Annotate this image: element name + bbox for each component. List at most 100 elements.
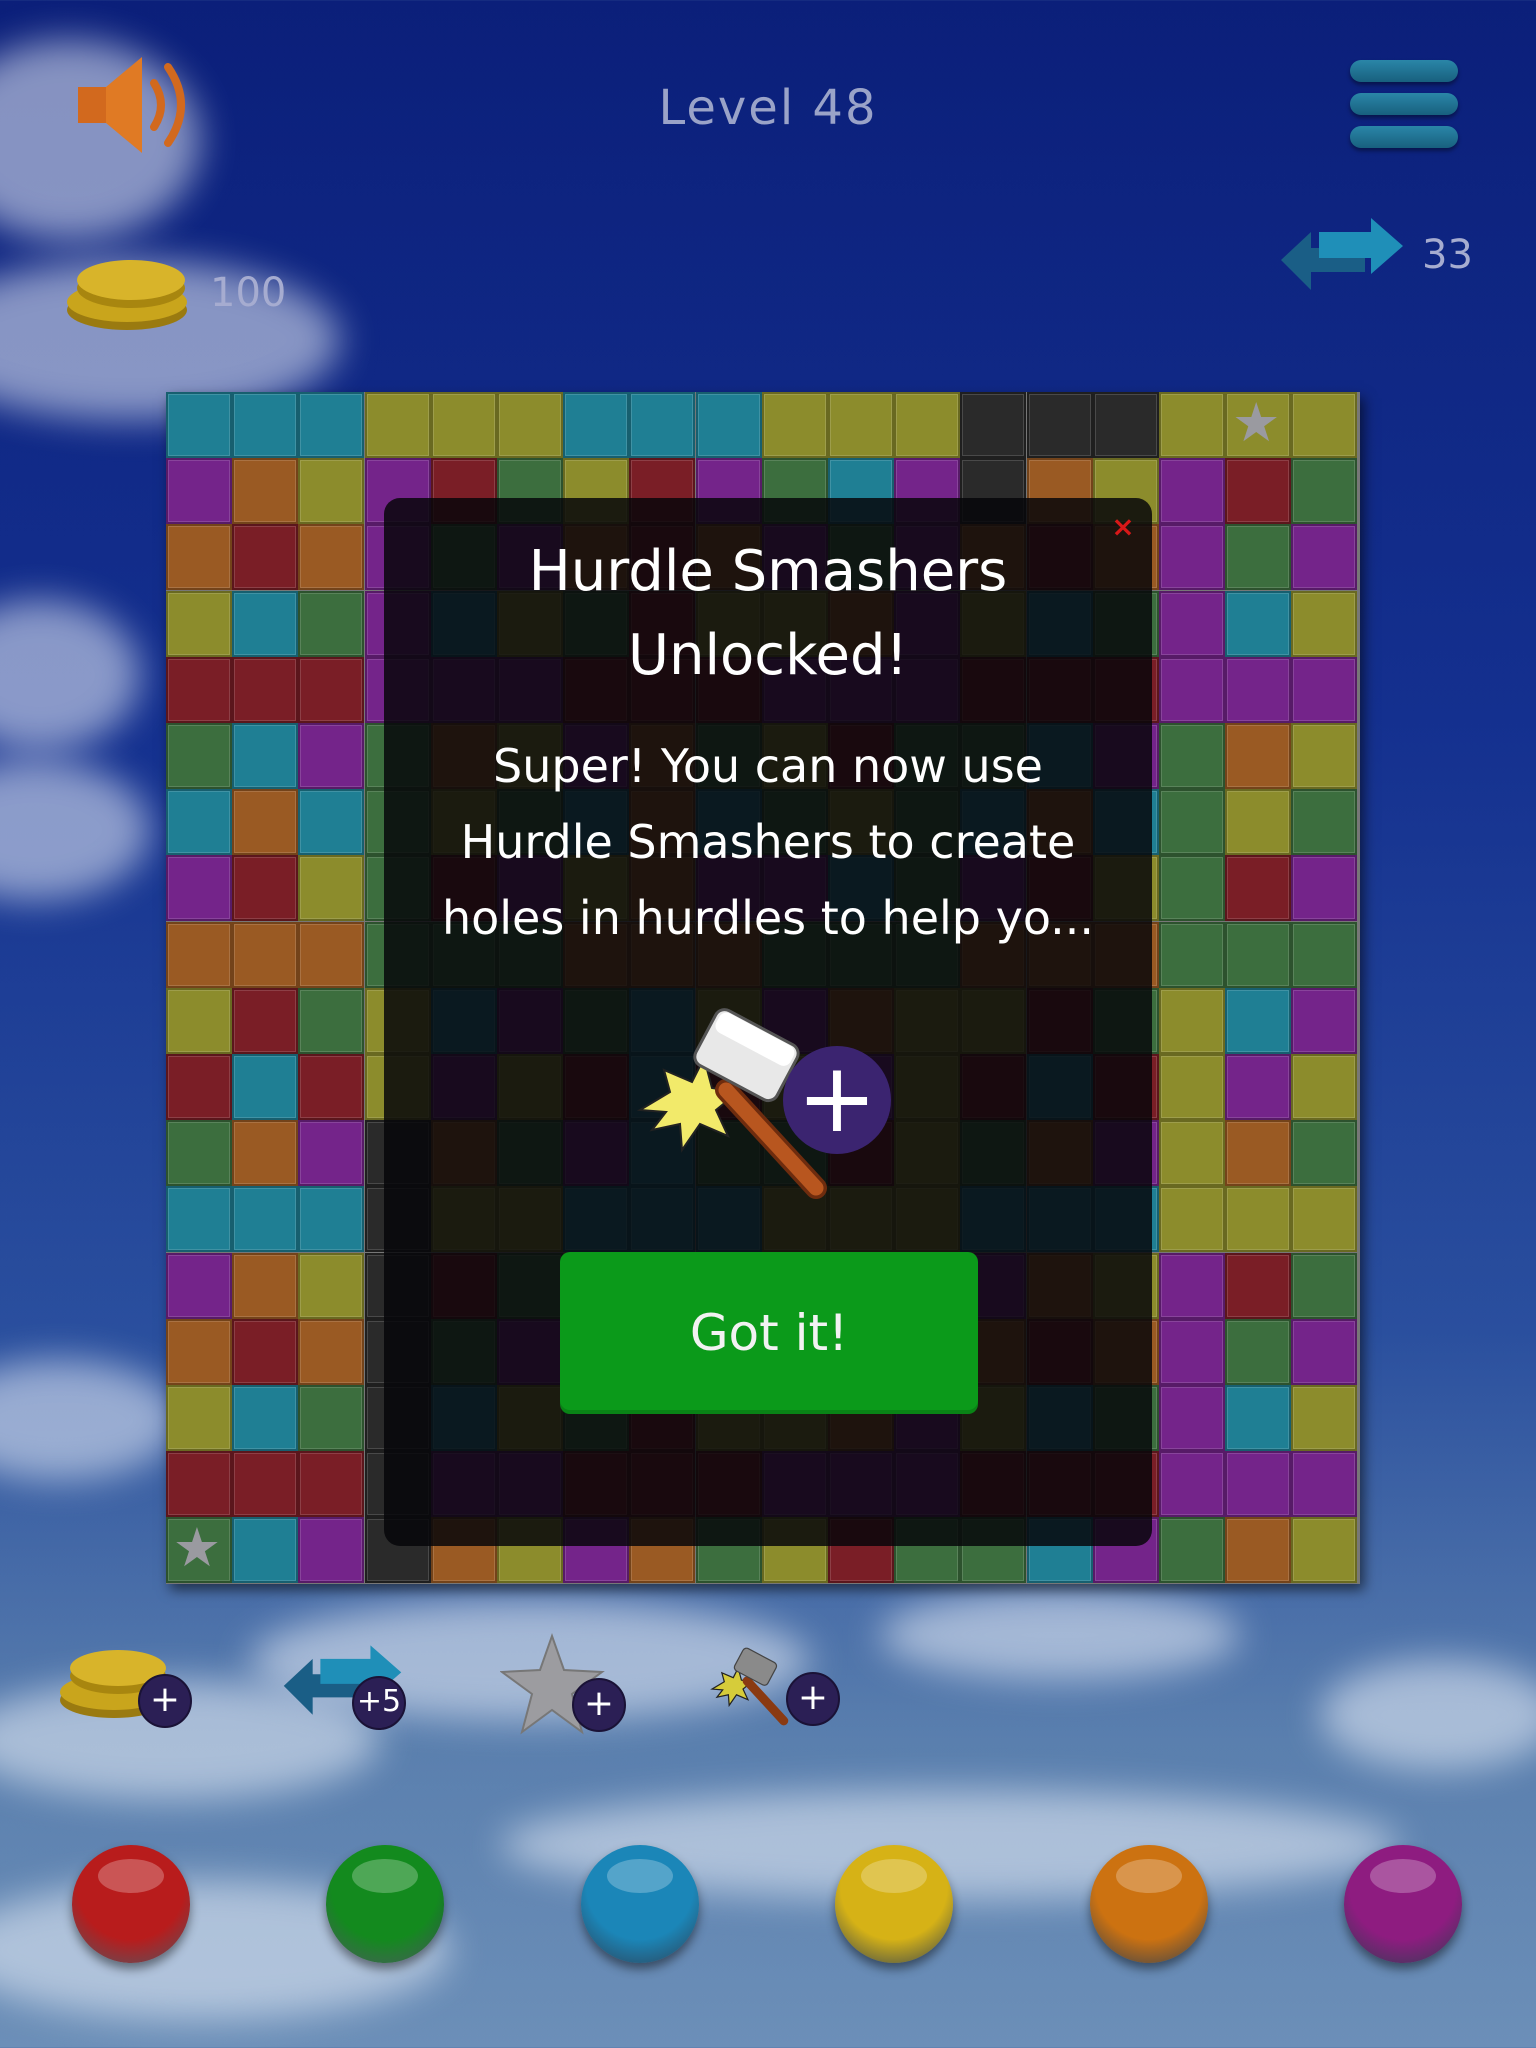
board-cell	[1159, 590, 1225, 657]
board-cell	[1291, 1517, 1358, 1584]
board-cell	[232, 1517, 299, 1584]
board-cell	[1026, 392, 1093, 458]
board-cell	[1291, 458, 1358, 525]
coins-count: 100	[210, 270, 287, 316]
board-cell	[1291, 1252, 1358, 1319]
board-cell	[1225, 1517, 1292, 1584]
board-cell	[166, 1318, 232, 1385]
board-cell	[1159, 392, 1225, 458]
dialog-title-line: Hurdle Smashers	[528, 539, 1008, 604]
buy-coins-button[interactable]: +	[58, 1640, 192, 1730]
board-cell	[1225, 1120, 1292, 1187]
got-it-button[interactable]: Got it!	[560, 1252, 978, 1414]
board-cell	[1159, 524, 1225, 591]
board-cell	[166, 524, 232, 591]
board-cell	[1159, 1120, 1225, 1187]
color-ball-purple[interactable]	[1344, 1845, 1462, 1963]
board-cell	[1159, 1318, 1225, 1385]
board-cell	[1159, 1385, 1225, 1451]
dialog-title-line: Unlocked!	[628, 623, 908, 688]
board-cell	[1291, 590, 1358, 657]
board-cell	[1225, 1318, 1292, 1385]
board-cell	[1225, 1451, 1292, 1518]
board-cell	[298, 789, 365, 856]
board-cell	[1291, 987, 1358, 1054]
buy-swaps-button[interactable]: +5	[278, 1636, 408, 1736]
board-cell	[1291, 656, 1358, 723]
color-ball-green[interactable]	[326, 1845, 444, 1963]
board-cell	[166, 1252, 232, 1319]
board-cell	[1225, 1186, 1292, 1253]
board-cell	[1225, 524, 1292, 591]
color-ball-blue[interactable]	[581, 1845, 699, 1963]
board-cell	[1159, 855, 1225, 922]
board-cell	[1159, 1186, 1225, 1253]
board-cell	[1225, 656, 1292, 723]
board-cell	[1291, 1385, 1358, 1451]
menu-bar	[1350, 60, 1458, 82]
board-cell	[298, 590, 365, 657]
menu-bar	[1350, 93, 1458, 115]
board-cell	[1159, 1517, 1225, 1584]
board-cell	[166, 921, 232, 988]
buy-hammers-button[interactable]: +	[708, 1630, 848, 1740]
swap-icon	[1275, 210, 1410, 300]
board-cell	[1159, 656, 1225, 723]
level-title: Level 48	[658, 80, 878, 136]
color-ball-orange[interactable]	[1090, 1845, 1208, 1963]
buy-stars-button[interactable]: +	[499, 1630, 630, 1740]
board-cell	[232, 723, 299, 789]
star-icon: ★	[172, 1516, 222, 1580]
board-cell	[1225, 458, 1292, 525]
board-cell	[629, 392, 696, 458]
board-cell	[1291, 921, 1358, 988]
board-cell	[298, 987, 365, 1054]
board-cell	[1291, 392, 1358, 458]
board-cell	[232, 1252, 299, 1319]
plus-badge: +	[572, 1678, 626, 1732]
board-cell	[1159, 789, 1225, 856]
board-cell	[166, 1385, 232, 1451]
board-cell	[232, 590, 299, 657]
color-ball-yellow[interactable]	[835, 1845, 953, 1963]
board-cell	[1291, 789, 1358, 856]
board-cell	[1225, 1385, 1292, 1451]
board-cell	[1159, 458, 1225, 525]
board-cell	[563, 392, 630, 458]
plus-badge: +	[138, 1674, 192, 1728]
dialog-message-line: Hurdle Smashers to create	[460, 815, 1076, 869]
swaps-count: 33	[1422, 232, 1473, 278]
board-cell	[1291, 723, 1358, 789]
board-cell	[1291, 1120, 1358, 1187]
board-cell	[166, 855, 232, 922]
board-cell	[1225, 789, 1292, 856]
board-cell	[1092, 392, 1159, 458]
board-cell	[298, 458, 365, 525]
board-cell	[166, 458, 232, 525]
board-cell	[232, 855, 299, 922]
board-cell	[298, 1318, 365, 1385]
board-cell	[1159, 723, 1225, 789]
board-cell	[298, 524, 365, 591]
board-cell	[1159, 1054, 1225, 1120]
board-cell	[166, 789, 232, 856]
board-cell	[298, 1186, 365, 1253]
board-cell	[761, 392, 828, 458]
board-cell	[1159, 1252, 1225, 1319]
board-cell	[298, 1054, 365, 1120]
menu-button[interactable]	[1350, 60, 1458, 150]
board-cell	[298, 656, 365, 723]
board-cell	[1291, 1318, 1358, 1385]
board-cell	[1225, 723, 1292, 789]
board-cell	[1159, 987, 1225, 1054]
board-cell	[232, 921, 299, 988]
board-cell	[298, 1252, 365, 1319]
hurdle-smasher-icon: +	[630, 1000, 900, 1200]
board-cell	[232, 1385, 299, 1451]
color-ball-red[interactable]	[72, 1845, 190, 1963]
board-cell	[1291, 524, 1358, 591]
board-cell	[166, 987, 232, 1054]
board-cell	[497, 392, 563, 458]
board-cell	[166, 723, 232, 789]
board-cell	[1159, 921, 1225, 988]
